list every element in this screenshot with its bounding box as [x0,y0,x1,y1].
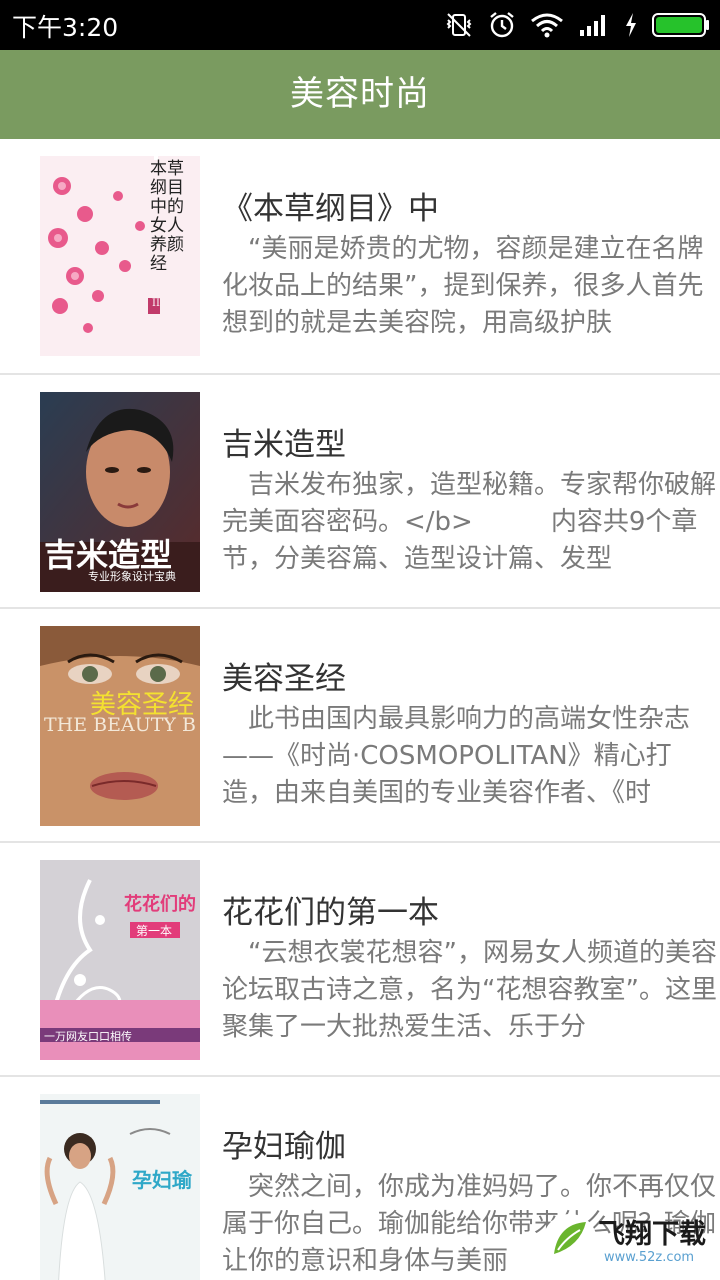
app-bar: 美容时尚 [0,50,720,139]
list-item[interactable]: 本草纲目中的女人养颜经 II 《本草纲目》中 “美丽是娇贵的尤物，容颜是建立在名… [0,139,720,375]
book-cover: 吉米造型 专业形象设计宝典 [40,392,200,592]
cover-subtitle: 专业形象设计宝典 [88,570,176,583]
book-cover: 孕妇瑜 [40,1094,200,1280]
battery-icon [652,12,710,38]
alarm-icon [488,10,516,40]
cover-bottom-text: 一万网友口口相传 [44,1030,132,1043]
list-item[interactable]: 美容圣经 THE BEAUTY B 美容圣经 此书由国内最具影响力的高端女性杂志… [0,609,720,843]
book-title: 孕妇瑜伽 [222,1129,346,1165]
book-description: 此书由国内最具影响力的高端女性杂志——《时尚·COSMOPOLITAN》精心打造… [222,704,691,808]
cover-subtitle: 第一本 [136,924,173,938]
wifi-icon [530,12,564,38]
book-title: 花花们的第一本 [222,895,439,931]
watermark-url: www.52z.com [604,1250,695,1265]
cover-badge: II [152,298,160,309]
status-icons [444,8,710,42]
book-cover: 花花们的 第一本 一万网友口口相传 [40,860,200,1060]
list-item[interactable]: 花花们的 第一本 一万网友口口相传 花花们的第一本 “云想衣裳花想容”，网易女人… [0,843,720,1077]
book-description: “云想衣裳花想容”，网易女人频道的美容论坛取古诗之意，名为“花想容教室”。这里聚… [222,938,717,1042]
book-title: 美容圣经 [222,661,346,697]
book-list[interactable]: 本草纲目中的女人养颜经 II 《本草纲目》中 “美丽是娇贵的尤物，容颜是建立在名… [0,139,720,1280]
book-cover: 本草纲目中的女人养颜经 II [40,156,200,356]
vibrate-off-icon [444,10,474,40]
app-title: 美容时尚 [290,74,430,114]
book-cover: 美容圣经 THE BEAUTY B [40,626,200,826]
watermark-text: 飞翔下载 [598,1219,706,1250]
cover-subtitle: THE BEAUTY B [44,714,196,736]
watermark-logo: 飞翔下载 www.52z.com [540,1210,712,1272]
list-item[interactable]: 吉米造型 专业形象设计宝典 吉米造型 吉米发布独家，造型秘籍。专家帮你破解完美面… [0,375,720,609]
status-time: 下午3:20 [12,13,119,42]
cover-title: 本草纲目中的女人养颜经 [150,159,184,274]
book-title: 吉米造型 [222,427,346,463]
cover-title: 花花们的 [124,894,196,915]
cover-title: 孕妇瑜 [132,1168,192,1192]
signal-icon [578,12,610,38]
book-description: “美丽是娇贵的尤物，容颜是建立在名牌化妆品上的结果”，提到保养，很多人首先想到的… [222,234,704,338]
book-description: 吉米发布独家，造型秘籍。专家帮你破解完美面容密码。</b> 内容共9个章节，分美… [222,470,717,574]
status-bar: 下午3:20 [0,0,720,50]
book-title: 《本草纲目》中 [222,191,439,227]
charging-icon [624,12,638,38]
